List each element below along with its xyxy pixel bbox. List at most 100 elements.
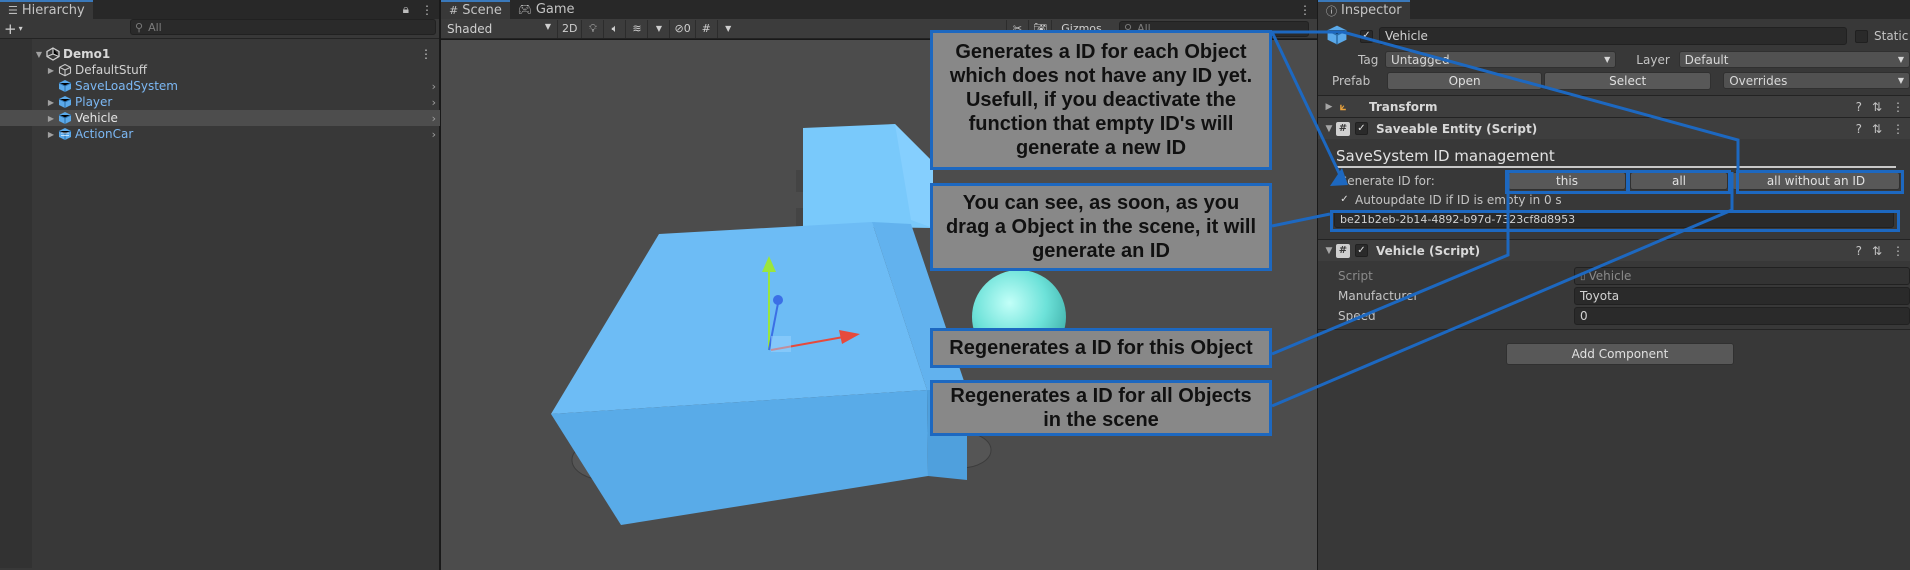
tab-hierarchy[interactable]: ☰ Hierarchy: [0, 0, 93, 19]
prefab-overrides-dropdown[interactable]: Overrides ▼: [1723, 72, 1910, 89]
sliders-icon[interactable]: ⇅: [1872, 100, 1882, 114]
kebab-menu-icon[interactable]: ⋮: [1892, 100, 1904, 114]
create-button[interactable]: + ▾: [4, 20, 34, 38]
tab-inspector[interactable]: ⓘ Inspector: [1318, 0, 1410, 19]
grid-toggle[interactable]: #: [694, 19, 717, 38]
scene-visibility-toggle[interactable]: ⊘ 0: [669, 19, 694, 38]
callout-text: You can see, as soon, as you drag a Obje…: [945, 192, 1257, 262]
static-checkbox[interactable]: [1855, 29, 1868, 43]
lighting-toggle[interactable]: 💡︎: [581, 19, 603, 38]
tree-item-label: Vehicle: [75, 111, 118, 125]
expand-arrow-icon[interactable]: ▶: [46, 98, 56, 107]
sliders-icon[interactable]: ⇅: [1872, 244, 1882, 258]
kebab-menu-icon[interactable]: ⋮: [420, 47, 432, 61]
tab-scene[interactable]: # Scene: [441, 0, 510, 19]
chevron-right-icon[interactable]: ›: [432, 112, 436, 125]
toggle-2d-label: 2D: [562, 22, 578, 35]
tree-item-player[interactable]: ▶ Player ›: [0, 94, 440, 110]
sliders-icon[interactable]: ⇅: [1872, 122, 1882, 136]
autoupdate-row: ✓ Autoupdate ID if ID is empty in 0 s: [1318, 192, 1910, 208]
unity-scene-icon: [46, 47, 60, 61]
fold-arrow-icon[interactable]: ▼: [1322, 246, 1336, 256]
callout-text: Regenerates a ID for all Objects in the …: [950, 385, 1252, 431]
inspector-panel: ⓘ Inspector ✓ Vehicle Static Tag Untagge…: [1317, 0, 1910, 570]
transform-component-header[interactable]: ▶ ⟀ Transform ? ⇅ ⋮: [1318, 95, 1910, 117]
gameobject-icon: [58, 63, 72, 77]
callout-regen-this: Regenerates a ID for this Object: [930, 328, 1272, 368]
effects-dropdown[interactable]: ▼: [647, 19, 669, 38]
list-icon: ☰: [8, 4, 18, 17]
speed-row: Speed 0: [1318, 307, 1910, 325]
fold-arrow-icon[interactable]: ▼: [1322, 124, 1336, 134]
expand-arrow-icon[interactable]: ▶: [46, 114, 56, 123]
audio-toggle[interactable]: 🔈︎: [603, 19, 625, 38]
shading-mode-value: Shaded: [447, 21, 493, 36]
help-icon[interactable]: ?: [1856, 244, 1862, 258]
component-enabled-checkbox[interactable]: ✓: [1355, 122, 1368, 135]
tab-game[interactable]: 🎮︎ Game: [510, 0, 583, 19]
expand-arrow-icon[interactable]: ▶: [46, 130, 56, 139]
callout-text: Generates a ID for each Object which doe…: [949, 41, 1253, 159]
callout-drag-generate: You can see, as soon, as you drag a Obje…: [930, 183, 1272, 271]
prefab-cube-icon: [58, 79, 72, 93]
prefab-cube-icon: [1326, 24, 1350, 49]
script-icon: #: [1336, 243, 1350, 258]
gizmo-plane-handle[interactable]: [771, 336, 791, 352]
scene-tabbar: # Scene 🎮︎ Game ⋮: [441, 0, 1317, 19]
help-icon[interactable]: ?: [1856, 122, 1862, 136]
active-checkbox[interactable]: ✓: [1360, 29, 1373, 43]
chevron-down-icon: ▼: [725, 24, 732, 33]
help-icon[interactable]: ?: [1856, 100, 1862, 114]
tag-dropdown[interactable]: Untagged ▼: [1384, 51, 1617, 68]
expand-arrow-icon[interactable]: ▶: [46, 66, 56, 75]
layer-dropdown[interactable]: Default ▼: [1678, 51, 1910, 68]
expand-arrow-icon[interactable]: ▼: [34, 50, 44, 59]
kebab-menu-icon[interactable]: ⋮: [421, 3, 433, 17]
manufacturer-field[interactable]: Toyota: [1574, 287, 1910, 305]
grid-icon: #: [449, 4, 459, 17]
prefab-select-button[interactable]: Select: [1544, 71, 1712, 90]
chevron-right-icon[interactable]: ›: [432, 128, 436, 141]
tree-item-actioncar[interactable]: ▶ ActionCar ›: [0, 126, 440, 142]
tree-item-scene[interactable]: ▼ Demo1 ⋮: [0, 46, 440, 62]
prefab-open-label: Open: [1448, 73, 1481, 88]
object-name-field[interactable]: Vehicle: [1379, 27, 1847, 45]
vehicle-cube-top: [551, 222, 927, 414]
component-enabled-checkbox[interactable]: ✓: [1355, 244, 1368, 257]
vehicle-component-header[interactable]: ▼ # ✓ Vehicle (Script) ? ⇅ ⋮: [1318, 239, 1910, 261]
tree-item-defaultstuff[interactable]: ▶ DefaultStuff: [0, 62, 440, 78]
gizmo-z-handle[interactable]: [773, 295, 783, 305]
tree-item-saveloadsystem[interactable]: SaveLoadSystem ›: [0, 78, 440, 94]
eye-off-icon: ⊘: [674, 22, 684, 35]
kebab-menu-icon[interactable]: ⋮: [1892, 122, 1904, 136]
tree-item-vehicle[interactable]: ▶ Vehicle ›: [0, 110, 440, 126]
tab-scene-label: Scene: [462, 3, 502, 18]
autoupdate-checkbox[interactable]: ✓: [1338, 194, 1351, 207]
highlight-this-button: [1505, 170, 1629, 194]
chevron-right-icon[interactable]: ›: [432, 80, 436, 93]
lock-icon[interactable]: 🔒︎: [403, 2, 409, 17]
prefab-cube-icon: [58, 95, 72, 109]
tab-inspector-label: Inspector: [1341, 3, 1402, 18]
speed-field[interactable]: 0: [1574, 307, 1910, 325]
script-field: ▯ Vehicle: [1574, 267, 1910, 285]
shading-mode-dropdown[interactable]: Shaded ▼: [441, 22, 557, 36]
fold-arrow-icon[interactable]: ▶: [1322, 102, 1336, 112]
tree-item-label: ActionCar: [75, 127, 134, 141]
toggle-2d-button[interactable]: 2D: [557, 19, 581, 38]
layer-label: Layer: [1636, 52, 1670, 67]
add-component-button[interactable]: Add Component: [1506, 343, 1734, 365]
grid-dropdown[interactable]: ▼: [716, 19, 739, 38]
chevron-right-icon[interactable]: ›: [432, 96, 436, 109]
object-name-value: Vehicle: [1385, 29, 1428, 43]
kebab-menu-icon[interactable]: ⋮: [1892, 244, 1904, 258]
prefab-open-button[interactable]: Open: [1387, 71, 1543, 90]
saveable-component-header[interactable]: ▼ # ✓ Saveable Entity (Script) ? ⇅ ⋮: [1318, 117, 1910, 139]
hierarchy-search-input[interactable]: ⚲ All: [130, 19, 436, 35]
script-row: Script ▯ Vehicle: [1318, 267, 1910, 285]
callout-regen-all: Regenerates a ID for all Objects in the …: [930, 380, 1272, 436]
hierarchy-tree: ▼ Demo1 ⋮ ▶ DefaultStuff SaveLoadSystem …: [0, 39, 440, 568]
kebab-menu-icon[interactable]: ⋮: [1299, 3, 1311, 17]
effects-toggle[interactable]: ≋: [625, 19, 647, 38]
prefab-row: Prefab Open Select Overrides ▼: [1318, 71, 1910, 90]
